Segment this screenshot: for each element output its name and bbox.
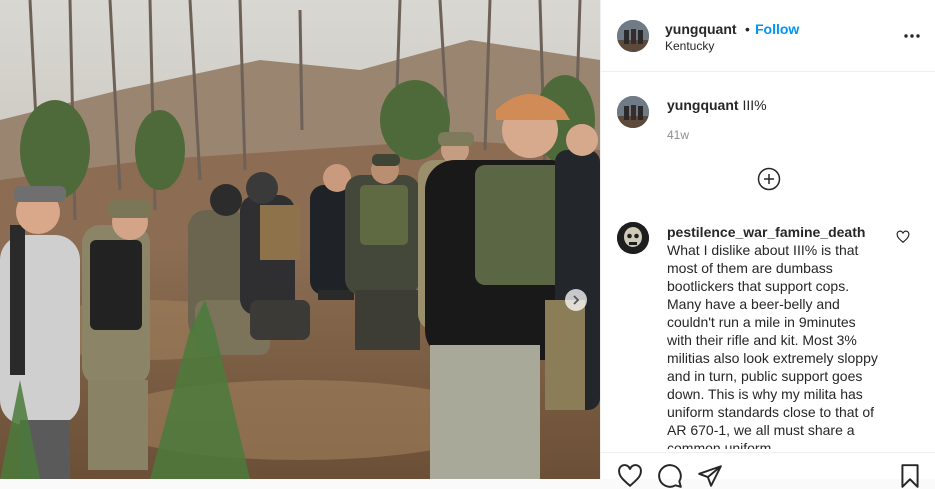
bookmark-icon[interactable]: [897, 463, 923, 489]
header-separator: •: [745, 21, 750, 37]
post-header: yungquant • Follow Kentucky: [601, 0, 935, 72]
caption: yungquant III%: [667, 97, 767, 113]
comment-text: What I dislike about III% is that most o…: [667, 242, 878, 449]
commenter-avatar[interactable]: [617, 222, 649, 254]
commenter-username-link[interactable]: pestilence_war_famine_death: [667, 223, 882, 241]
author-avatar[interactable]: [617, 20, 649, 52]
caption-avatar-image: [617, 96, 649, 128]
next-photo-button[interactable]: [565, 289, 587, 311]
instagram-post-dialog: yungquant • Follow Kentucky yungquant II…: [0, 0, 935, 488]
follow-button[interactable]: Follow: [755, 21, 799, 37]
heart-outline-icon[interactable]: [617, 463, 643, 489]
action-bar: [601, 452, 935, 488]
caption-username-link[interactable]: yungquant: [667, 97, 739, 113]
caption-avatar[interactable]: [617, 96, 649, 128]
chevron-right-icon: [573, 295, 580, 305]
caption-text: III%: [742, 97, 767, 113]
plus-circle-icon[interactable]: [757, 167, 781, 191]
post-side-panel: yungquant • Follow Kentucky yungquant II…: [600, 0, 935, 488]
comment-bubble-icon[interactable]: [657, 463, 683, 489]
post-photo-image: [0, 0, 600, 479]
post-age[interactable]: 41w: [667, 128, 689, 142]
more-options-icon[interactable]: [902, 26, 922, 46]
paper-plane-icon[interactable]: [697, 463, 723, 489]
author-avatar-image: [617, 20, 649, 52]
heart-outline-icon[interactable]: [896, 230, 910, 244]
author-username-link[interactable]: yungquant: [665, 21, 737, 37]
location-link[interactable]: Kentucky: [665, 39, 714, 53]
post-photo[interactable]: [0, 0, 600, 479]
comment: pestilence_war_famine_death What I disli…: [667, 223, 882, 449]
commenter-avatar-image: [617, 222, 649, 254]
